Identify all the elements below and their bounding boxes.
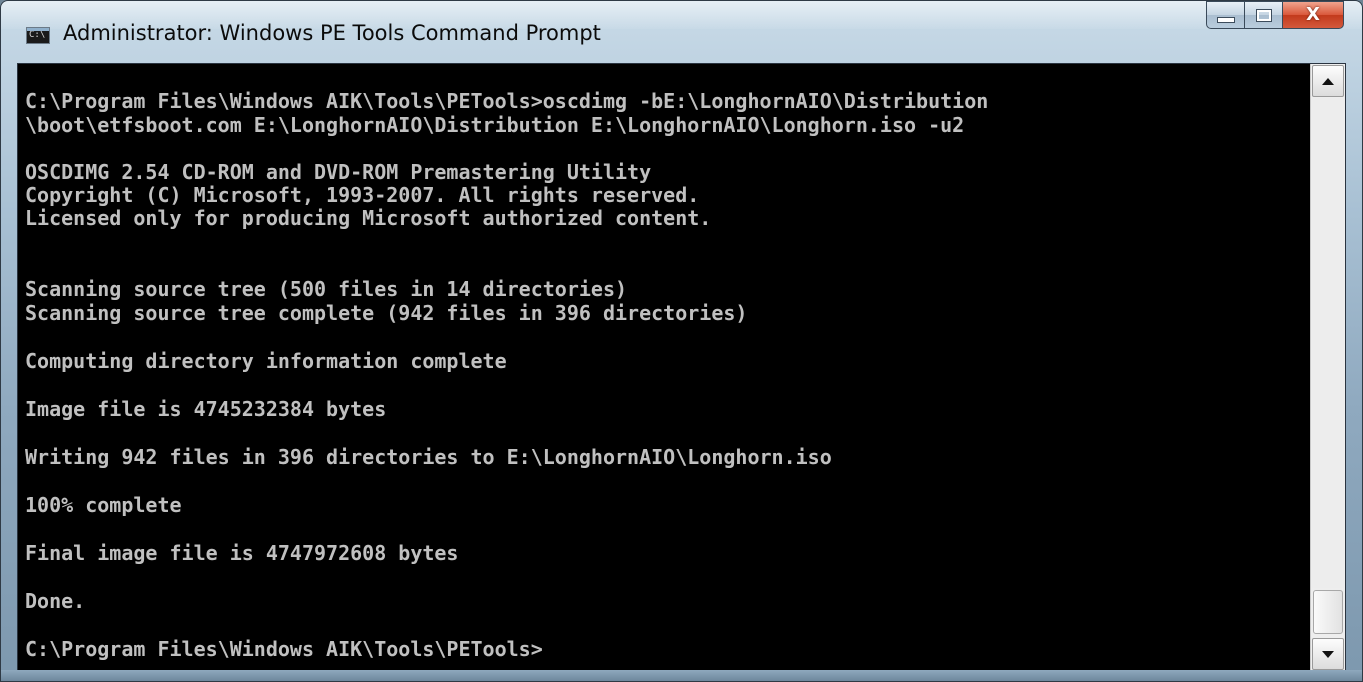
console-line: Scanning source tree (500 files in 14 di…: [25, 277, 628, 301]
minimize-button[interactable]: [1206, 1, 1244, 29]
scroll-up-arrow-icon: [1322, 77, 1334, 85]
console-line: Image file is 4745232384 bytes: [25, 397, 387, 421]
cmd-icon-bar: [27, 28, 49, 31]
cmd-icon-text: C:\: [29, 30, 46, 40]
close-button[interactable]: X: [1282, 1, 1344, 29]
command-prompt-window: C:\ Administrator: Windows PE Tools Comm…: [0, 0, 1363, 682]
console-lines: C:\Program Files\Windows AIK\Tools\PEToo…: [25, 89, 989, 662]
maximize-icon: [1255, 8, 1272, 22]
window-bottom-frame: [1, 670, 1362, 681]
console-line: Computing directory information complete: [25, 349, 507, 373]
console-line: Copyright (C) Microsoft, 1993-2007. All …: [25, 183, 700, 207]
scroll-thumb[interactable]: [1313, 590, 1343, 634]
console-client-area: C:\Program Files\Windows AIK\Tools\PEToo…: [17, 63, 1346, 672]
close-icon: X: [1306, 4, 1320, 25]
maximize-button[interactable]: [1244, 1, 1282, 29]
title-bar[interactable]: C:\ Administrator: Windows PE Tools Comm…: [1, 1, 1362, 63]
console-line: Scanning source tree complete (942 files…: [25, 301, 748, 325]
cmd-icon[interactable]: C:\: [26, 27, 50, 44]
console-line: Writing 942 files in 396 directories to …: [25, 445, 832, 469]
console-line: Done.: [25, 589, 86, 613]
scroll-down-arrow-icon: [1322, 650, 1334, 658]
console-line: \boot\etfsboot.com E:\LonghornAIO\Distri…: [25, 113, 965, 137]
vertical-scrollbar[interactable]: [1310, 64, 1345, 671]
minimize-icon: [1216, 17, 1235, 23]
scroll-up-button[interactable]: [1312, 65, 1344, 97]
console-line: Licensed only for producing Microsoft au…: [25, 206, 712, 230]
console-line: OSCDIMG 2.54 CD-ROM and DVD-ROM Premaste…: [25, 160, 652, 184]
console-line: Final image file is 4747972608 bytes: [25, 541, 459, 565]
console-line: C:\Program Files\Windows AIK\Tools\PEToo…: [25, 637, 543, 661]
console-line: C:\Program Files\Windows AIK\Tools\PEToo…: [25, 89, 989, 113]
scroll-down-button[interactable]: [1312, 638, 1344, 670]
caption-buttons: X: [1206, 1, 1344, 31]
console-line: 100% complete: [25, 493, 182, 517]
window-title: Administrator: Windows PE Tools Command …: [63, 21, 601, 45]
console-output[interactable]: C:\Program Files\Windows AIK\Tools\PEToo…: [18, 64, 1310, 671]
scroll-track[interactable]: [1312, 98, 1344, 588]
